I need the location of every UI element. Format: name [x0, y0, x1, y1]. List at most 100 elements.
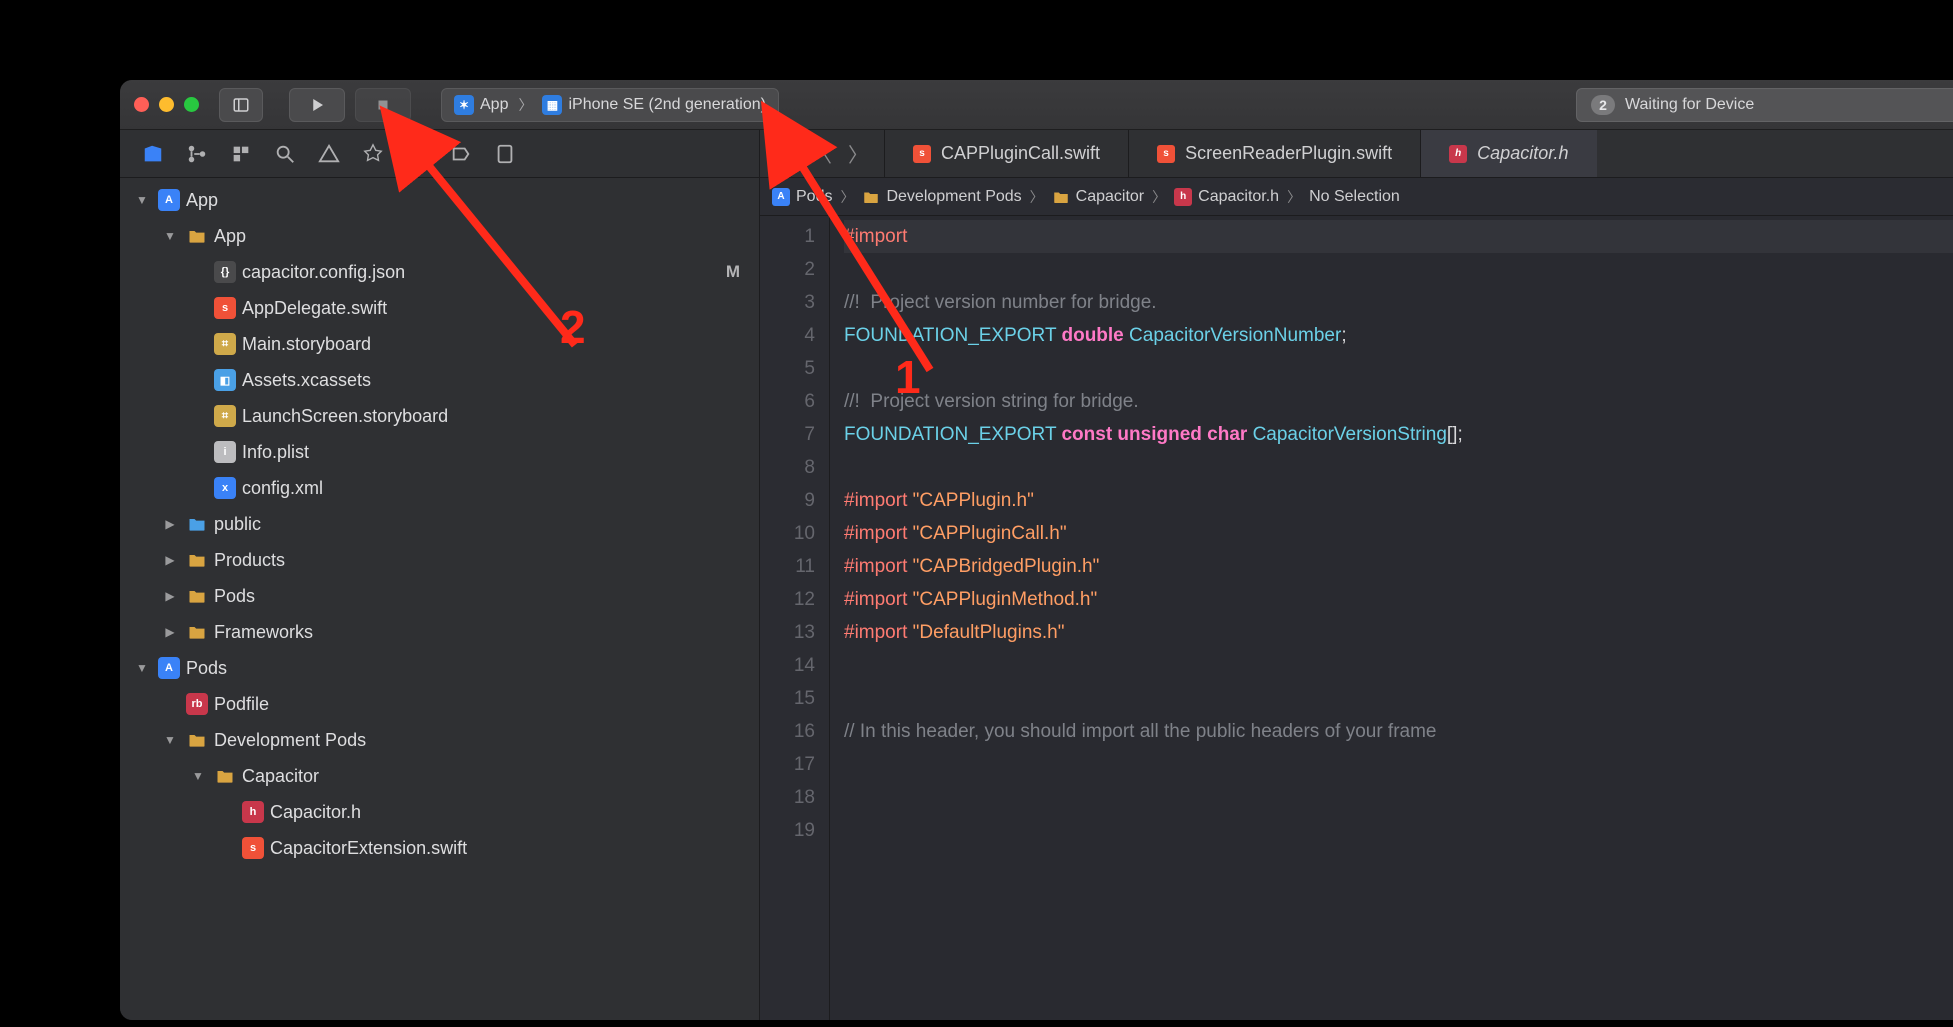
test-navigator-tab[interactable] — [360, 141, 386, 167]
code-line[interactable] — [844, 814, 1953, 847]
code-line[interactable]: #import — [844, 220, 1953, 253]
editor-area: ▦ 〈 〉 sCAPPluginCall.swiftsScreenReaderP… — [760, 130, 1953, 1020]
jump-bar-label: No Selection — [1309, 188, 1400, 206]
traffic-lights — [134, 97, 199, 112]
line-number: 16 — [760, 715, 815, 748]
tree-row[interactable]: sCapacitorExtension.swift — [120, 830, 759, 866]
tree-row[interactable]: ▶ Pods — [120, 578, 759, 614]
related-items-button[interactable]: ▦ — [770, 138, 802, 170]
code-line[interactable] — [844, 682, 1953, 715]
code-line[interactable]: #import "CAPPluginMethod.h" — [844, 583, 1953, 616]
titlebar: ✶ App 〉 ▦ iPhone SE (2nd generation) 2 W… — [120, 80, 1953, 130]
tree-row[interactable]: {}capacitor.config.jsonM — [120, 254, 759, 290]
go-forward-button[interactable]: 〉 — [842, 138, 874, 170]
code-line[interactable]: FOUNDATION_EXPORT double CapacitorVersio… — [844, 319, 1953, 352]
activity-view[interactable]: 2 Waiting for Device — [1576, 88, 1953, 122]
editor-tab[interactable]: sScreenReaderPlugin.swift — [1128, 130, 1420, 177]
symbol-navigator-tab[interactable] — [228, 141, 254, 167]
report-navigator-tab[interactable] — [492, 141, 518, 167]
code-line[interactable]: // In this header, you should import all… — [844, 715, 1953, 748]
code-line[interactable] — [844, 748, 1953, 781]
disclosure-arrow-icon[interactable]: ▶ — [160, 589, 180, 603]
source-control-navigator-tab[interactable] — [184, 141, 210, 167]
tree-row-label: App — [214, 226, 713, 247]
editor-tab[interactable]: hCapacitor.h — [1420, 130, 1596, 177]
tree-row[interactable]: iInfo.plist — [120, 434, 759, 470]
annotation-1: 1 — [895, 350, 921, 404]
disclosure-arrow-icon[interactable]: ▼ — [132, 661, 152, 675]
disclosure-arrow-icon[interactable]: ▼ — [188, 769, 208, 783]
breakpoint-navigator-tab[interactable] — [448, 141, 474, 167]
disclosure-arrow-icon[interactable]: ▶ — [160, 625, 180, 639]
sidebar-toggle-button[interactable] — [219, 88, 263, 122]
tree-row[interactable]: xconfig.xml — [120, 470, 759, 506]
disclosure-arrow-icon[interactable]: ▶ — [160, 517, 180, 531]
tree-row-label: Info.plist — [242, 442, 713, 463]
tree-row[interactable]: sAppDelegate.swift — [120, 290, 759, 326]
code-line[interactable]: #import "DefaultPlugins.h" — [844, 616, 1953, 649]
issue-navigator-tab[interactable] — [316, 141, 342, 167]
jump-bar-segment[interactable]: No Selection — [1309, 188, 1400, 206]
jump-bar-segment[interactable]: APods — [772, 188, 832, 206]
line-number: 1 — [760, 220, 815, 253]
editor-tab-label: ScreenReaderPlugin.swift — [1185, 143, 1392, 164]
jump-bar[interactable]: APods〉Development Pods〉Capacitor〉hCapaci… — [760, 178, 1953, 216]
code-line[interactable] — [844, 352, 1953, 385]
code-editor[interactable]: 12345678910111213141516171819 #import //… — [760, 216, 1953, 1020]
tree-row[interactable]: ▶Frameworks — [120, 614, 759, 650]
folder-icon — [186, 585, 208, 607]
line-number: 18 — [760, 781, 815, 814]
disclosure-arrow-icon[interactable]: ▶ — [160, 553, 180, 567]
close-icon[interactable] — [134, 97, 149, 112]
line-number: 7 — [760, 418, 815, 451]
debug-navigator-tab[interactable] — [404, 141, 430, 167]
code-line[interactable] — [844, 451, 1953, 484]
disclosure-arrow-icon[interactable]: ▼ — [132, 193, 152, 207]
tree-row[interactable]: ▶public — [120, 506, 759, 542]
tree-row[interactable]: ▼ App — [120, 218, 759, 254]
tree-row[interactable]: ▶Products — [120, 542, 759, 578]
code-line[interactable]: //! Project version number for bridge. — [844, 286, 1953, 319]
tree-row[interactable]: rbPodfile — [120, 686, 759, 722]
minimize-icon[interactable] — [159, 97, 174, 112]
navigator-tabs — [120, 130, 759, 178]
jump-bar-segment[interactable]: Capacitor — [1052, 188, 1144, 206]
jump-bar-segment[interactable]: Development Pods — [862, 188, 1021, 206]
disclosure-arrow-icon[interactable]: ▼ — [160, 733, 180, 747]
line-number: 19 — [760, 814, 815, 847]
tree-row[interactable]: hCapacitor.h — [120, 794, 759, 830]
file-tree[interactable]: ▼AApp▼App{}capacitor.config.jsonMsAppDel… — [120, 178, 759, 1020]
jump-bar-segment[interactable]: hCapacitor.h — [1174, 188, 1279, 206]
tree-row[interactable]: ▼APods — [120, 650, 759, 686]
disclosure-arrow-icon[interactable]: ▼ — [160, 229, 180, 243]
stop-button[interactable] — [355, 88, 411, 122]
tree-row[interactable]: ◧Assets.xcassets — [120, 362, 759, 398]
tree-row[interactable]: ⌗Main.storyboard — [120, 326, 759, 362]
go-back-button[interactable]: 〈 — [806, 138, 838, 170]
tree-row[interactable]: ▼ Capacitor — [120, 758, 759, 794]
zoom-icon[interactable] — [184, 97, 199, 112]
code-line[interactable]: #import "CAPBridgedPlugin.h" — [844, 550, 1953, 583]
line-number: 12 — [760, 583, 815, 616]
code-line[interactable] — [844, 253, 1953, 286]
code-line[interactable]: #import "CAPPluginCall.h" — [844, 517, 1953, 550]
tree-row-label: Capacitor — [242, 766, 713, 787]
code-line[interactable]: //! Project version string for bridge. — [844, 385, 1953, 418]
tree-row-label: Pods — [214, 586, 713, 607]
editor-tab[interactable]: sCAPPluginCall.swift — [884, 130, 1128, 177]
code-line[interactable]: #import "CAPPlugin.h" — [844, 484, 1953, 517]
editor-tab-label: CAPPluginCall.swift — [941, 143, 1100, 164]
find-navigator-tab[interactable] — [272, 141, 298, 167]
run-button[interactable] — [289, 88, 345, 122]
tree-row[interactable]: ▼AApp — [120, 182, 759, 218]
tree-row[interactable]: ▼Development Pods — [120, 722, 759, 758]
code-line[interactable]: FOUNDATION_EXPORT const unsigned char Ca… — [844, 418, 1953, 451]
code-line[interactable] — [844, 649, 1953, 682]
line-number: 11 — [760, 550, 815, 583]
code-content[interactable]: #import //! Project version number for b… — [830, 216, 1953, 1020]
scheme-selector[interactable]: ✶ App 〉 ▦ iPhone SE (2nd generation) — [441, 88, 779, 122]
project-navigator-tab[interactable] — [140, 141, 166, 167]
tree-row[interactable]: ⌗LaunchScreen.storyboard — [120, 398, 759, 434]
code-line[interactable] — [844, 781, 1953, 814]
folder-icon — [862, 188, 880, 206]
